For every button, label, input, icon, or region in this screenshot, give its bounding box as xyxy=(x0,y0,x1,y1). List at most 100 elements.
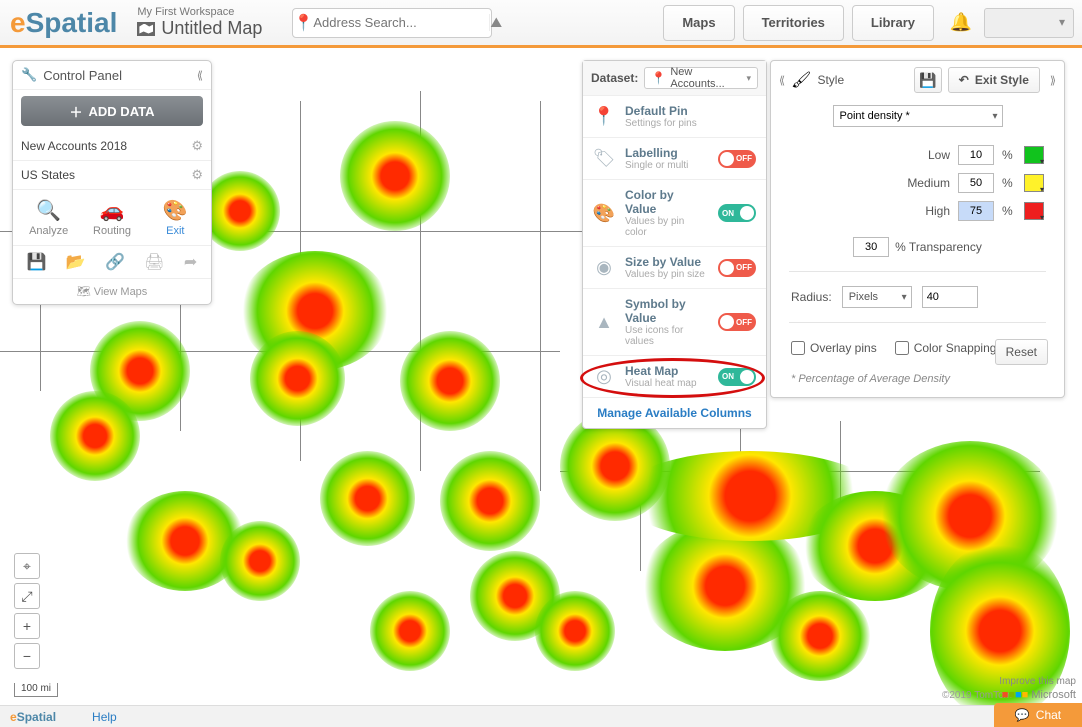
notifications-icon[interactable]: 🔔 xyxy=(944,6,978,40)
option-icon: ◎ xyxy=(593,366,615,388)
view-maps-label: View Maps xyxy=(94,286,148,298)
nav-library[interactable]: Library xyxy=(852,5,934,41)
level-low-row: Low % xyxy=(771,141,1064,169)
search-pin-icon[interactable]: 📍 xyxy=(293,13,313,33)
style-option-heat-map[interactable]: ◎Heat MapVisual heat mapON xyxy=(583,356,766,398)
dataset-row[interactable]: New Accounts 2018 ⚙ xyxy=(13,132,211,161)
maps-icon: 🗺 xyxy=(77,286,94,298)
heat-blob xyxy=(535,591,615,671)
help-link[interactable]: Help xyxy=(92,710,117,724)
style-panel-header: ⟪ 🖌 Style 💾 ↶ Exit Style ⟫ xyxy=(771,61,1064,99)
level-high-row: High % xyxy=(771,197,1064,225)
map-tools: ⌖ ⤢ + − xyxy=(14,553,40,669)
search-input[interactable] xyxy=(313,15,489,30)
radius-value-input[interactable] xyxy=(922,286,978,308)
high-label: High xyxy=(925,204,950,218)
microsoft-label: Microsoft xyxy=(1031,689,1076,701)
zoom-extent-button[interactable]: ⤢ xyxy=(14,583,40,609)
dataset-row[interactable]: US States ⚙ xyxy=(13,161,211,190)
radius-unit-select[interactable]: Pixels xyxy=(842,286,912,308)
style-footnote: * Percentage of Average Density xyxy=(771,365,1064,385)
exit-style-button[interactable]: 🎨 Exit xyxy=(145,198,205,237)
toggle-off[interactable]: OFF xyxy=(718,313,756,331)
toggle-off[interactable]: OFF xyxy=(718,150,756,168)
dataset-label: Dataset: xyxy=(591,71,638,85)
option-icon: 🎨 xyxy=(593,202,615,224)
workspace-block[interactable]: My First Workspace Untitled Map xyxy=(137,6,262,39)
address-search[interactable]: 📍 ⛰ xyxy=(292,8,492,38)
routing-icon: 🚗 xyxy=(95,198,129,222)
save-icon[interactable]: 💾 xyxy=(27,252,47,272)
option-icon: 🏷 xyxy=(593,148,615,170)
heat-blob xyxy=(400,331,500,431)
exit-label: Exit xyxy=(166,225,184,237)
style-option-labelling[interactable]: 🏷LabellingSingle or multiOFF xyxy=(583,138,766,180)
control-panel: 🔧 Control Panel ⟪ ＋ ADD DATA New Account… xyxy=(12,60,212,305)
reset-button[interactable]: Reset xyxy=(995,339,1048,365)
routing-button[interactable]: 🚗 Routing xyxy=(82,198,142,237)
transparency-row: % Transparency xyxy=(771,233,1064,261)
gear-icon[interactable]: ⚙ xyxy=(191,167,203,183)
collapse-icon[interactable]: ⟪ xyxy=(197,69,203,82)
overlay-pins-checkbox[interactable]: Overlay pins xyxy=(791,341,877,355)
option-title: Symbol by Value xyxy=(625,297,708,325)
app-footer: eSpatial Help xyxy=(0,705,1082,727)
gear-icon[interactable]: ⚙ xyxy=(191,138,203,154)
heat-blob xyxy=(200,171,280,251)
style-option-symbol-by-value[interactable]: ▲Symbol by ValueUse icons for valuesOFF xyxy=(583,289,766,356)
collapse-left-icon[interactable]: ⟪ xyxy=(779,74,785,87)
overlay-pins-label: Overlay pins xyxy=(810,341,877,355)
analyze-button[interactable]: 🔍 Analyze xyxy=(19,198,79,237)
app-header: eSpatial My First Workspace Untitled Map… xyxy=(0,0,1082,48)
open-icon[interactable]: 📂 xyxy=(66,252,86,272)
low-color-swatch[interactable] xyxy=(1024,146,1044,164)
chat-label: Chat xyxy=(1036,708,1061,722)
chat-icon: 💬 xyxy=(1015,708,1030,722)
undo-icon: ↶ xyxy=(959,73,969,87)
density-mode-select[interactable]: Point density * xyxy=(833,105,1003,127)
expand-right-icon[interactable]: ⟫ xyxy=(1050,74,1056,87)
heat-blob xyxy=(340,121,450,231)
heat-blob xyxy=(440,451,540,551)
heat-blob xyxy=(50,391,140,481)
medium-value-input[interactable] xyxy=(958,173,994,193)
high-value-input[interactable] xyxy=(958,201,994,221)
medium-color-swatch[interactable] xyxy=(1024,174,1044,192)
export-icon[interactable]: ➦ xyxy=(184,252,197,272)
toggle-on[interactable]: ON xyxy=(718,204,756,222)
option-icon: ▲ xyxy=(593,311,615,333)
improve-map-link[interactable]: Improve this map xyxy=(999,676,1076,687)
footer-logo: eSpatial xyxy=(10,710,56,724)
high-color-swatch[interactable] xyxy=(1024,202,1044,220)
print-icon[interactable]: 🖨 xyxy=(144,252,164,272)
add-data-button[interactable]: ＋ ADD DATA xyxy=(21,96,203,126)
nav-maps[interactable]: Maps xyxy=(663,5,734,41)
style-option-size-by-value[interactable]: ◉Size by ValueValues by pin sizeOFF xyxy=(583,247,766,289)
add-view-icon[interactable]: ⛰ xyxy=(489,14,502,31)
share-icon[interactable]: 🔗 xyxy=(105,252,125,272)
low-value-input[interactable] xyxy=(958,145,994,165)
style-title: Style xyxy=(817,73,844,87)
heat-blob xyxy=(770,591,870,681)
transparency-input[interactable] xyxy=(853,237,889,257)
manage-columns-link[interactable]: Manage Available Columns xyxy=(583,398,766,428)
chat-button[interactable]: 💬 Chat xyxy=(994,703,1082,727)
exit-style-button[interactable]: ↶ Exit Style xyxy=(948,67,1040,93)
style-option-color-by-value[interactable]: 🎨Color by ValueValues by pin colorON xyxy=(583,180,766,247)
user-dropdown[interactable] xyxy=(984,8,1074,38)
transparency-label: % Transparency xyxy=(895,240,982,254)
zoom-in-button[interactable]: + xyxy=(14,613,40,639)
option-subtitle: Values by pin size xyxy=(625,269,708,280)
view-maps-link[interactable]: 🗺 View Maps xyxy=(13,278,211,304)
dataset-dropdown[interactable]: 📍 New Accounts... xyxy=(644,67,758,89)
color-snapping-checkbox[interactable]: Color Snapping xyxy=(895,341,997,355)
control-panel-header: 🔧 Control Panel ⟪ xyxy=(13,61,211,90)
save-style-button[interactable]: 💾 xyxy=(914,67,942,93)
zoom-window-button[interactable]: ⌖ xyxy=(14,553,40,579)
nav-territories[interactable]: Territories xyxy=(743,5,844,41)
map-title: Untitled Map xyxy=(161,18,262,39)
style-option-default-pin[interactable]: 📍Default PinSettings for pins xyxy=(583,96,766,138)
zoom-out-button[interactable]: − xyxy=(14,643,40,669)
toggle-off[interactable]: OFF xyxy=(718,259,756,277)
toggle-on[interactable]: ON xyxy=(718,368,756,386)
